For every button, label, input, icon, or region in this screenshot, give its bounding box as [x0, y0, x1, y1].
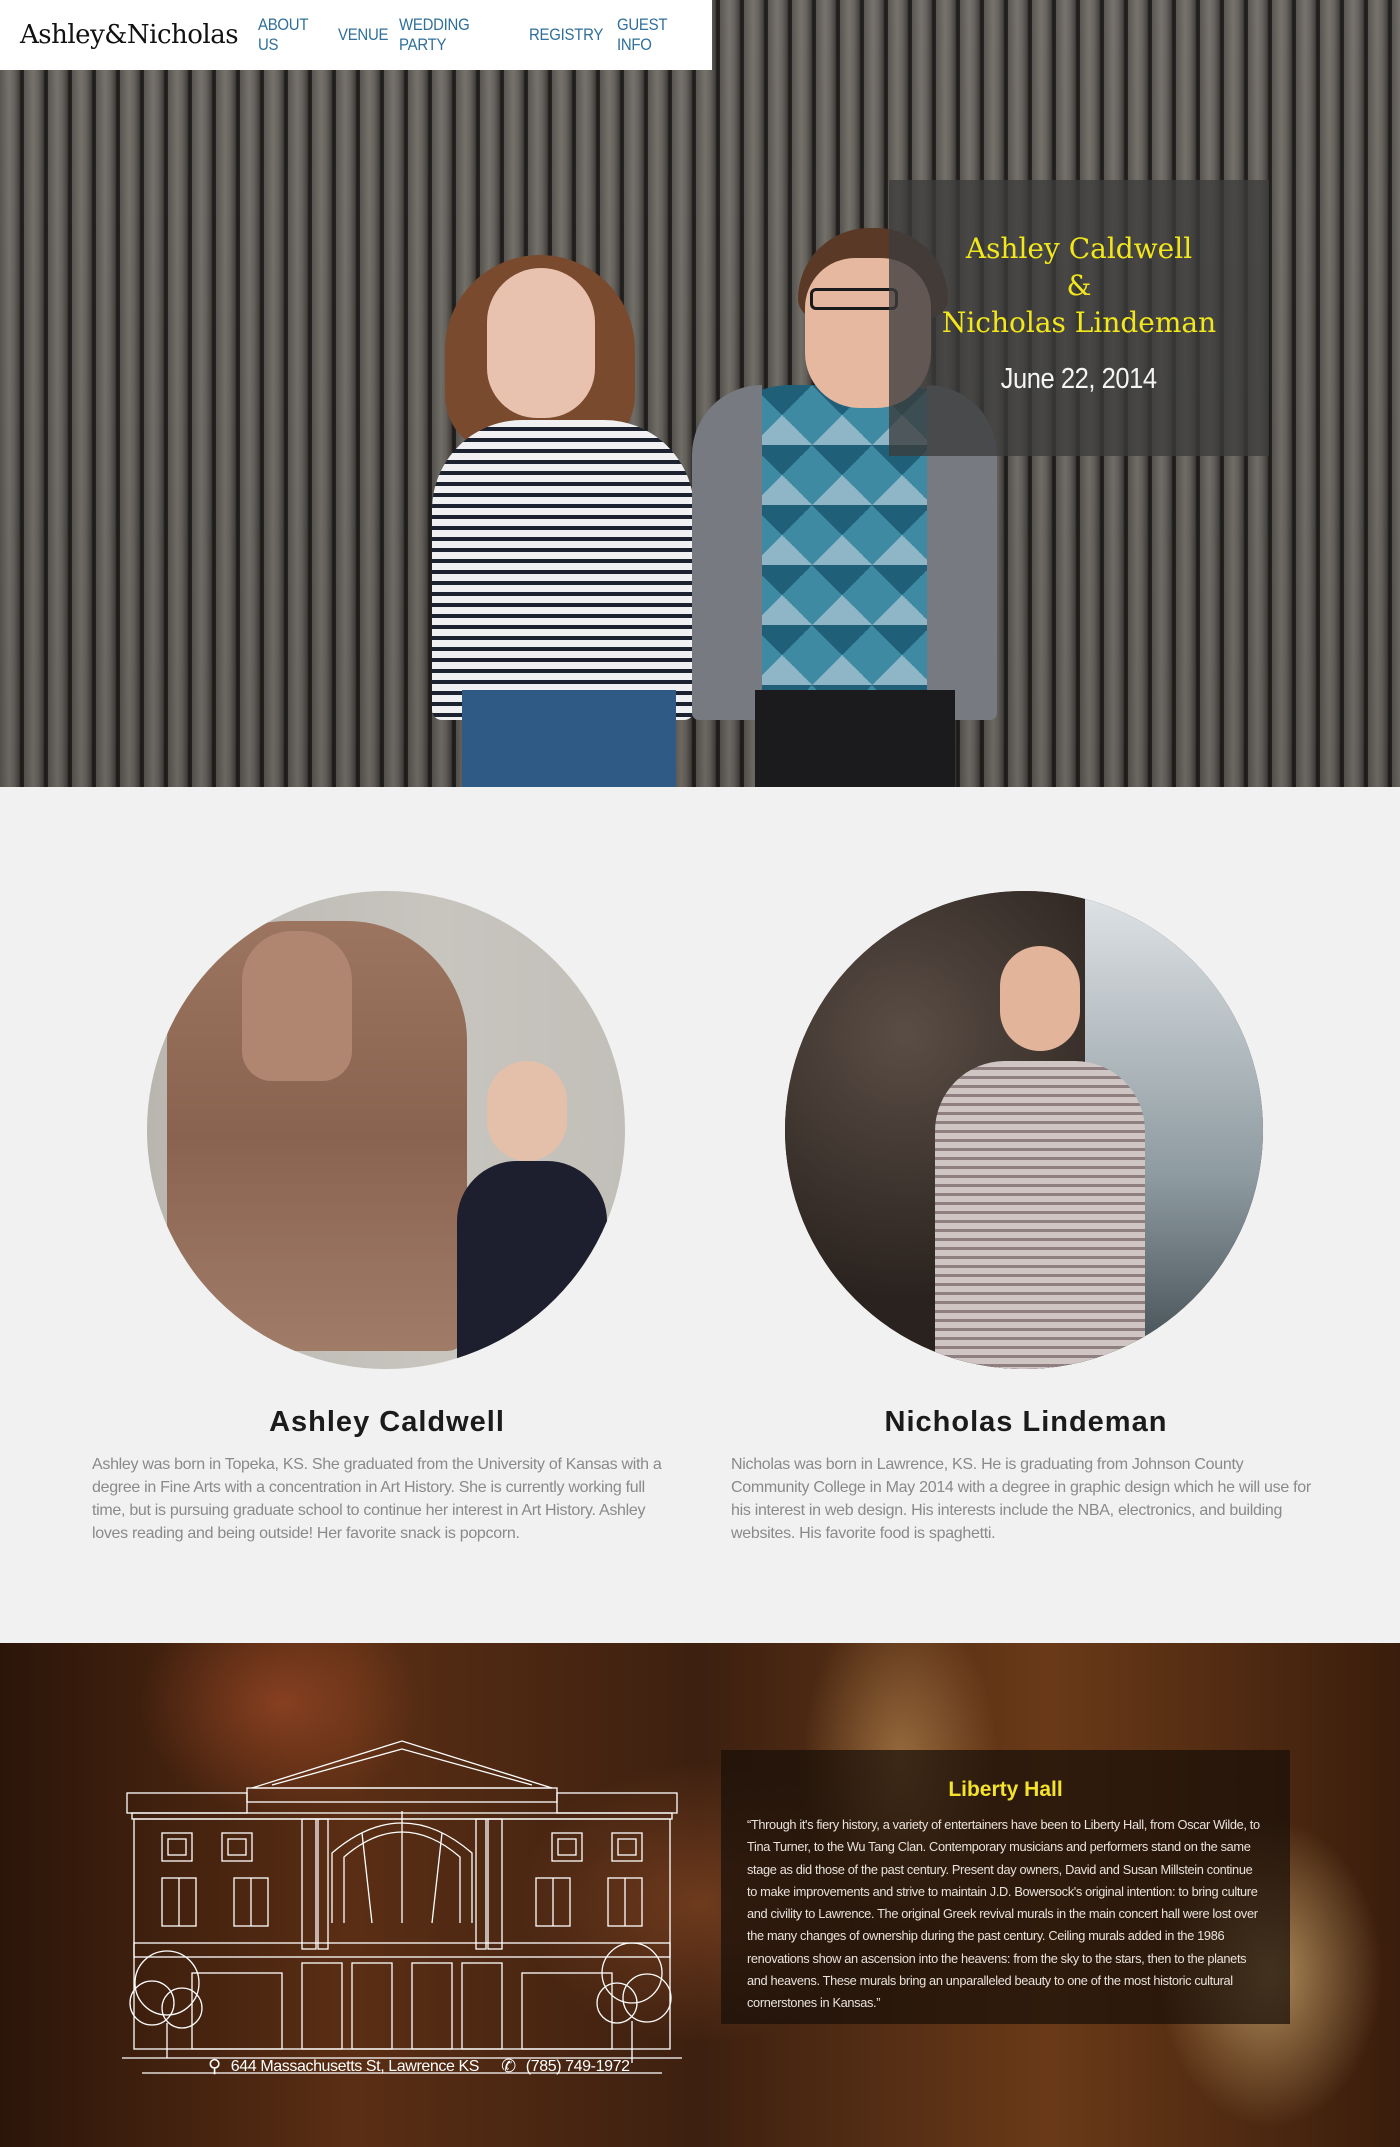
hero-section: Ashley Caldwell & Nicholas Lindeman June…: [0, 0, 1400, 787]
ashley-portrait: [147, 891, 625, 1369]
sphinx-head: [242, 931, 352, 1081]
venue-address[interactable]: ⚲ 644 Massachusetts St, Lawrence KS: [208, 2056, 479, 2077]
nicholas-bio: Nicholas Lindeman Nicholas was born in L…: [731, 1406, 1321, 1545]
groom-glasses: [810, 288, 898, 310]
nicholas-bio-text: Nicholas was born in Lawrence, KS. He is…: [731, 1456, 1311, 1542]
about-us-section: Ashley Caldwell Ashley was born in Topek…: [0, 787, 1400, 1643]
nav-link-wedding-party[interactable]: WEDDING PARTY: [399, 15, 509, 55]
top-nav: Ashley&Nicholas ABOUT US VENUE WEDDING P…: [0, 0, 712, 70]
venue-phone-text: (785) 749-1972: [525, 2057, 630, 2075]
venue-info-card: Liberty Hall “Through it's fiery history…: [721, 1750, 1290, 2024]
wedding-date: June 22, 2014: [1000, 363, 1158, 395]
ashley-head: [487, 1061, 567, 1161]
bride-jeans: [462, 690, 676, 787]
venue-title: Liberty Hall: [948, 1778, 1063, 1801]
nicholas-portrait: [785, 891, 1263, 1369]
groom-pants: [755, 690, 955, 787]
venue-contact-bar: ⚲ 644 Massachusetts St, Lawrence KS ✆ (7…: [208, 2056, 652, 2077]
site-logo[interactable]: Ashley&Nicholas: [20, 20, 239, 50]
nav-link-venue[interactable]: VENUE: [338, 25, 388, 45]
nav-link-guest-info[interactable]: GUEST INFO: [617, 15, 697, 55]
phone-icon: ✆: [501, 2056, 516, 2076]
nicholas-body: [935, 1061, 1145, 1369]
nav-link-about-us[interactable]: ABOUT US: [258, 15, 325, 55]
bride-striped-shirt: [432, 420, 694, 720]
hero-ampersand: &: [1066, 269, 1092, 302]
nav-link-registry[interactable]: REGISTRY: [529, 25, 603, 45]
hero-groom-name: Nicholas Lindeman: [941, 306, 1217, 339]
ashley-name-heading: Ashley Caldwell: [269, 1406, 505, 1438]
map-pin-icon: ⚲: [208, 2056, 221, 2076]
liberty-hall-illustration: [122, 1740, 682, 2074]
couple-names: Ashley Caldwell & Nicholas Lindeman: [889, 230, 1269, 341]
ashley-body: [457, 1161, 607, 1369]
hero-bride-name: Ashley Caldwell: [965, 232, 1193, 265]
venue-address-text: 644 Massachusetts St, Lawrence KS: [230, 2057, 480, 2075]
ashley-bio-text: Ashley was born in Topeka, KS. She gradu…: [92, 1456, 662, 1542]
bride-face: [487, 268, 595, 418]
ashley-bio: Ashley Caldwell Ashley was born in Topek…: [92, 1406, 682, 1545]
nicholas-head: [1000, 946, 1080, 1051]
nicholas-name-heading: Nicholas Lindeman: [884, 1406, 1168, 1438]
venue-phone[interactable]: ✆ (785) 749-1972: [501, 2056, 630, 2077]
venue-description: “Through it's fiery history, a variety o…: [747, 1817, 1260, 2011]
venue-section: ⚲ 644 Massachusetts St, Lawrence KS ✆ (7…: [0, 1643, 1400, 2147]
hero-title-card: Ashley Caldwell & Nicholas Lindeman June…: [889, 180, 1269, 456]
